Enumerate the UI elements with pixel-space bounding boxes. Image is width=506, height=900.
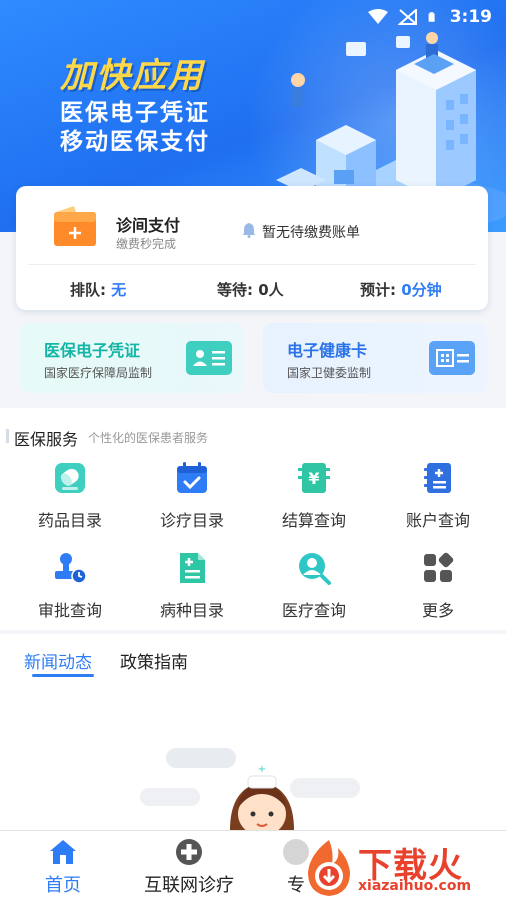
nav-label: 首页 — [45, 875, 81, 896]
section-marker — [6, 429, 9, 443]
health-card-title: 电子健康卡 — [287, 341, 368, 360]
service-account-query[interactable]: 账户查询 — [388, 460, 488, 540]
service-label: 药品目录 — [37, 511, 102, 530]
wallet-plus-icon — [54, 206, 96, 246]
nav-label: 互联网诊疗 — [144, 875, 234, 896]
service-label: 更多 — [421, 601, 454, 620]
queue-label: 排队: — [70, 281, 106, 299]
service-label: 结算查询 — [281, 511, 346, 530]
payment-title: 诊间支付 — [116, 216, 181, 235]
yuan-receipt-icon: ¥ — [298, 463, 330, 493]
id-card-icon — [186, 341, 232, 375]
payment-subtitle: 缴费秒完成 — [116, 237, 177, 251]
banner-headline: 加快应用 — [60, 56, 204, 96]
queue-value: 无 — [111, 281, 127, 299]
nav-internet-diagnosis[interactable]: 互联网诊疗 — [126, 837, 252, 897]
wait-value: 0人 — [258, 281, 284, 299]
services-subtitle: 个性化的医保患者服务 — [88, 431, 209, 445]
service-settlement-query[interactable]: ¥ 结算查询 — [264, 460, 364, 540]
bill-status: 暂无待缴费账单 — [262, 225, 360, 241]
active-tab-indicator — [32, 674, 94, 677]
ecert-subtitle: 国家医疗保障局监制 — [44, 366, 153, 380]
signal-icon — [397, 9, 417, 25]
document-plus-icon — [180, 553, 205, 583]
service-label: 审批查询 — [37, 601, 102, 620]
bell-icon — [243, 223, 255, 238]
wifi-icon — [367, 9, 388, 24]
battery-icon — [428, 12, 435, 22]
service-label: 医疗查询 — [281, 601, 346, 620]
qr-card-icon — [429, 341, 475, 375]
estimate-value: 0分钟 — [401, 281, 442, 299]
watermark-url: xiazaihuo.com — [358, 878, 472, 894]
news-section: 新闻动态 政策指南 + — [0, 634, 506, 830]
medical-cross-icon — [176, 839, 202, 865]
stamp-clock-icon — [55, 553, 87, 584]
queue-stat: 排队: 无 — [70, 279, 126, 300]
clinic-payment-card[interactable]: 诊间支付 缴费秒完成 暂无待缴费账单 排队: 无 等待: 0人 预计: 0分钟 — [16, 186, 488, 310]
ecert-title: 医保电子凭证 — [44, 341, 141, 360]
tab-policy-guide[interactable]: 政策指南 — [120, 648, 188, 673]
insurance-services-section: 医保服务 个性化的医保患者服务 药品目录 诊疗目录 ¥ 结算查询 账户查询 审批… — [0, 408, 506, 630]
banner-line-2: 移动医保支付 — [60, 129, 210, 155]
health-card-subtitle: 国家卫健委监制 — [287, 366, 372, 380]
estimate-stat: 预计: 0分钟 — [360, 279, 442, 300]
service-label: 账户查询 — [405, 511, 470, 530]
grid-more-icon — [424, 552, 454, 582]
medical-insurance-ecert-card[interactable]: 医保电子凭证 国家医疗保障局监制 — [20, 323, 244, 393]
payment-divider — [28, 264, 476, 265]
watermark-overlay: 下载火 xiazaihuo.com — [300, 834, 506, 900]
wait-stat: 等待: 0人 — [217, 279, 284, 300]
health-card[interactable]: 电子健康卡 国家卫健委监制 — [263, 323, 487, 393]
empty-state-nurse-illustration: + — [140, 748, 360, 830]
service-more[interactable]: 更多 — [388, 550, 488, 630]
service-label: 诊疗目录 — [159, 511, 224, 530]
pill-icon — [55, 463, 85, 493]
calendar-check-icon — [177, 462, 207, 493]
wait-label: 等待: — [217, 281, 253, 299]
service-medical-query[interactable]: 医疗查询 — [264, 550, 364, 630]
svg-text:¥: ¥ — [308, 469, 319, 488]
service-label: 病种目录 — [159, 601, 224, 620]
status-bar: 3:19 — [367, 6, 492, 28]
flame-logo-icon — [308, 840, 350, 896]
estimate-label: 预计: — [360, 281, 396, 299]
service-treatment-catalog[interactable]: 诊疗目录 — [142, 460, 242, 540]
svg-text:+: + — [258, 764, 266, 775]
account-book-icon — [424, 463, 451, 493]
service-approval-query[interactable]: 审批查询 — [20, 550, 120, 630]
nav-home[interactable]: 首页 — [13, 837, 113, 897]
home-icon — [50, 840, 76, 864]
status-time: 3:19 — [449, 7, 492, 27]
doctor-search-icon — [299, 553, 331, 585]
services-title: 医保服务 — [14, 430, 79, 449]
tab-news[interactable]: 新闻动态 — [24, 648, 92, 673]
service-drug-catalog[interactable]: 药品目录 — [20, 460, 120, 540]
service-disease-catalog[interactable]: 病种目录 — [142, 550, 242, 630]
